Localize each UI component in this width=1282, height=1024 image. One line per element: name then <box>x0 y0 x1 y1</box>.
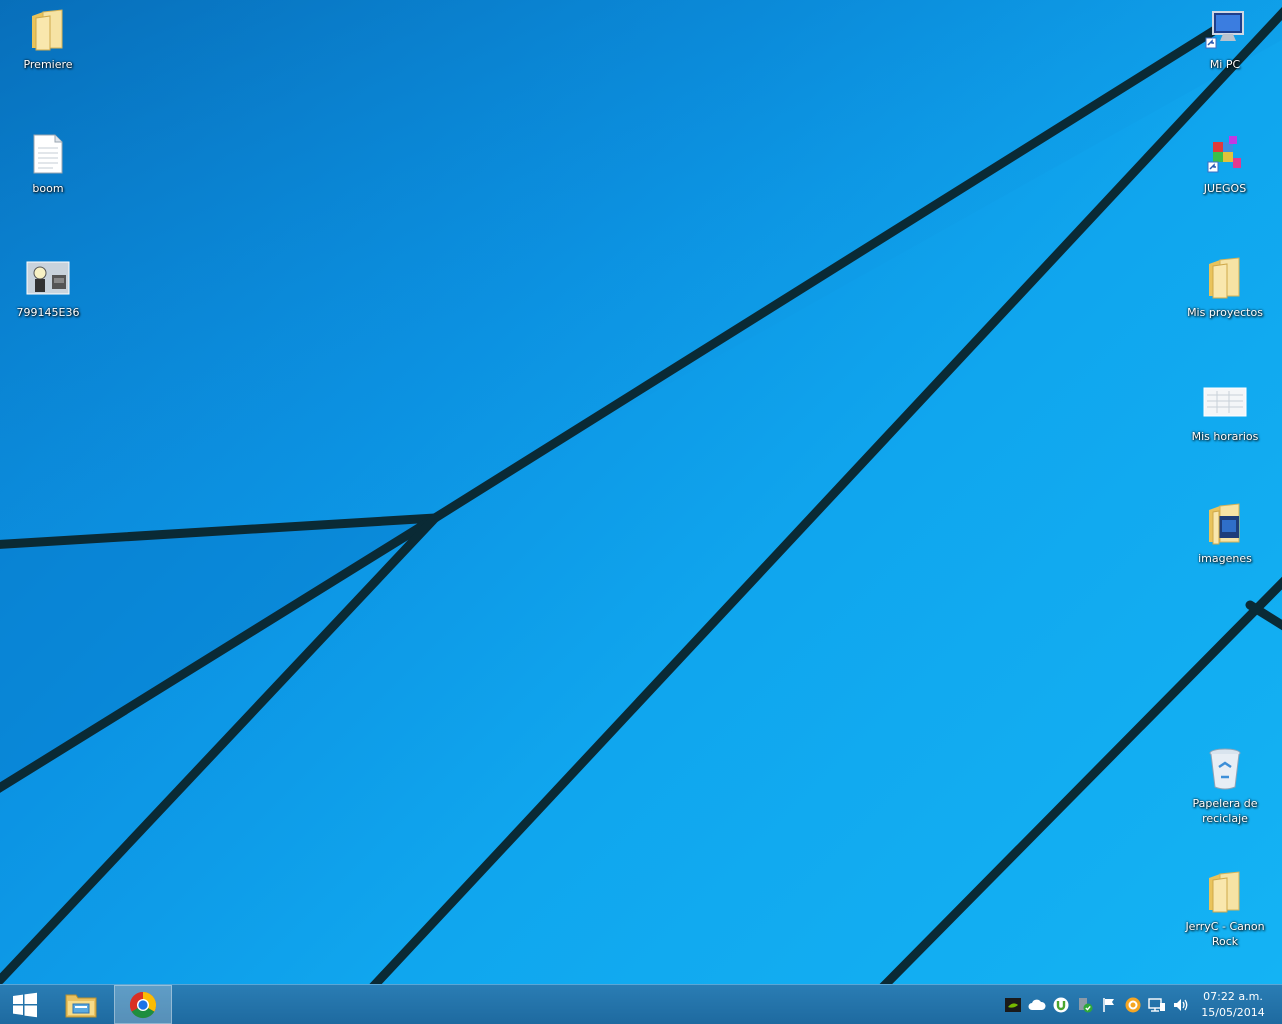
desktop[interactable]: Premiere boom 799145E36 Mi PC JUEGOS Mis… <box>0 0 1282 984</box>
wallpaper-lines <box>0 0 1282 984</box>
desktop-icon-label: JUEGOS <box>1203 182 1247 195</box>
desktop-icon-boom[interactable]: boom <box>6 130 90 240</box>
clock-date: 15/05/2014 <box>1201 1006 1265 1019</box>
image-file-icon <box>1201 378 1249 426</box>
chrome-button[interactable] <box>114 985 172 1024</box>
text-file-icon <box>24 130 72 178</box>
desktop-icon-mis-proyectos[interactable]: Mis proyectos <box>1183 254 1267 364</box>
start-button[interactable] <box>0 985 50 1024</box>
folder-icon <box>1201 254 1249 302</box>
recycle-bin-icon <box>1201 745 1249 793</box>
utorrent-icon[interactable] <box>1052 996 1070 1014</box>
nvidia-icon[interactable] <box>1004 996 1022 1014</box>
clock-time: 07:22 a.m. <box>1203 990 1263 1003</box>
folder-icon <box>1201 500 1249 548</box>
chrome-icon <box>129 991 157 1018</box>
games-icon <box>1201 130 1249 178</box>
desktop-icon-label: JerryC - Canon Rock <box>1185 920 1265 948</box>
volume-icon[interactable] <box>1172 996 1190 1014</box>
taskbar-clock[interactable]: 07:22 a.m. 15/05/2014 <box>1198 989 1268 1021</box>
desktop-icon-label: Mis horarios <box>1191 430 1259 443</box>
desktop-icon-label: 799145E36 <box>16 306 80 319</box>
network-icon[interactable] <box>1148 996 1166 1014</box>
desktop-icon-jerryc-canon-rock[interactable]: JerryC - Canon Rock <box>1183 868 1267 978</box>
desktop-icon-imagenes[interactable]: imagenes <box>1183 500 1267 610</box>
desktop-icon-label: Mi PC <box>1209 58 1241 71</box>
computer-icon <box>1201 6 1249 54</box>
desktop-icon-label: Papelera de reciclaje <box>1192 797 1258 825</box>
desktop-icon-mis-horarios[interactable]: Mis horarios <box>1183 378 1267 488</box>
desktop-icon-mi-pc[interactable]: Mi PC <box>1183 6 1267 116</box>
action-center-flag-icon[interactable] <box>1100 996 1118 1014</box>
folder-icon <box>24 6 72 54</box>
desktop-icon-label: Mis proyectos <box>1187 306 1263 319</box>
desktop-icon-juegos[interactable]: JUEGOS <box>1183 130 1267 240</box>
avast-icon[interactable] <box>1124 996 1142 1014</box>
desktop-icon-premiere[interactable]: Premiere <box>6 6 90 116</box>
file-explorer-button[interactable] <box>56 985 106 1024</box>
taskbar: 07:22 a.m. 15/05/2014 <box>0 984 1282 1024</box>
image-file-icon <box>24 254 72 302</box>
antivirus-icon[interactable] <box>1076 996 1094 1014</box>
desktop-icon-label: boom <box>32 182 64 195</box>
desktop-icon-label: Premiere <box>23 58 73 71</box>
windows-logo-icon <box>13 992 37 1017</box>
file-explorer-icon <box>65 994 97 1017</box>
folder-icon <box>1201 868 1249 916</box>
onedrive-icon[interactable] <box>1028 996 1046 1014</box>
system-tray <box>1004 985 1190 1024</box>
desktop-icon-papelera-de-reciclaje[interactable]: Papelera de reciclaje <box>1183 745 1267 855</box>
desktop-icon-label: imagenes <box>1198 552 1252 565</box>
desktop-icon-799145e36[interactable]: 799145E36 <box>6 254 90 364</box>
